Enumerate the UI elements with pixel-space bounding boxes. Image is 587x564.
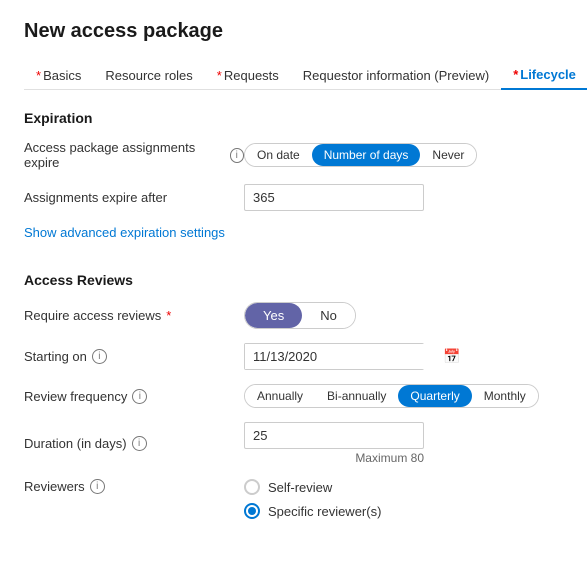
assignments-expire-info-icon[interactable]: i — [230, 148, 244, 163]
frequency-info-icon[interactable]: i — [132, 389, 147, 404]
duration-info-icon[interactable]: i — [132, 436, 147, 451]
freq-quarterly[interactable]: Quarterly — [398, 385, 471, 407]
freq-monthly[interactable]: Monthly — [472, 385, 538, 407]
expiration-toggle-group: On date Number of days Never — [244, 143, 477, 167]
expire-after-input[interactable] — [244, 184, 424, 211]
freq-annually[interactable]: Annually — [245, 385, 315, 407]
duration-label: Duration (in days) i — [24, 436, 244, 451]
toggle-on-date[interactable]: On date — [245, 144, 312, 166]
assignments-expire-label: Access package assignments expire i — [24, 140, 244, 170]
duration-max-note: Maximum 80 — [244, 451, 424, 465]
nav-tabs: *Basics Resource roles *Requests Request… — [24, 61, 563, 90]
access-reviews-title: Access Reviews — [24, 272, 563, 288]
review-frequency-row: Review frequency i Annually Bi-annually … — [24, 384, 563, 408]
require-reviews-label: Require access reviews * — [24, 308, 244, 323]
reviewers-info-icon[interactable]: i — [90, 479, 105, 494]
starting-on-input-area: 📅 — [244, 343, 563, 370]
self-review-label: Self-review — [268, 480, 332, 495]
tab-lifecycle[interactable]: *Lifecycle — [501, 61, 587, 90]
require-reviews-row: Require access reviews * Yes No — [24, 302, 563, 329]
expiration-section: Expiration Access package assignments ex… — [24, 110, 563, 258]
freq-bi-annually[interactable]: Bi-annually — [315, 385, 398, 407]
expire-after-label: Assignments expire after — [24, 190, 244, 205]
main-container: New access package *Basics Resource role… — [0, 0, 587, 553]
starting-on-info-icon[interactable]: i — [92, 349, 107, 364]
require-yes-btn[interactable]: Yes — [245, 303, 302, 328]
advanced-expiration-link[interactable]: Show advanced expiration settings — [24, 225, 225, 240]
reviewers-row: Reviewers i Self-review Specific reviewe… — [24, 479, 563, 519]
starting-on-label: Starting on i — [24, 349, 244, 364]
require-no-btn[interactable]: No — [302, 303, 355, 328]
specific-reviewer-radio[interactable] — [244, 503, 260, 519]
tab-basics[interactable]: *Basics — [24, 62, 93, 89]
starting-on-input[interactable] — [245, 344, 437, 369]
self-review-option[interactable]: Self-review — [244, 479, 563, 495]
reviewers-options-area: Self-review Specific reviewer(s) — [244, 479, 563, 519]
duration-input-area: Maximum 80 — [244, 422, 563, 465]
expire-after-row: Assignments expire after — [24, 184, 563, 211]
specific-reviewer-option[interactable]: Specific reviewer(s) — [244, 503, 563, 519]
yes-no-area: Yes No — [244, 302, 563, 329]
self-review-radio[interactable] — [244, 479, 260, 495]
specific-reviewer-label: Specific reviewer(s) — [268, 504, 381, 519]
radio-dot — [248, 507, 256, 515]
page-title: New access package — [24, 20, 563, 43]
review-frequency-label: Review frequency i — [24, 389, 244, 404]
toggle-never[interactable]: Never — [420, 144, 476, 166]
assignments-expire-row: Access package assignments expire i On d… — [24, 140, 563, 170]
expire-after-input-area — [244, 184, 563, 211]
frequency-toggle-area: Annually Bi-annually Quarterly Monthly — [244, 384, 563, 408]
reviewers-label: Reviewers i — [24, 479, 244, 494]
date-input-wrapper: 📅 — [244, 343, 424, 370]
tab-requestor-info[interactable]: Requestor information (Preview) — [291, 62, 501, 89]
tab-requests[interactable]: *Requests — [205, 62, 291, 89]
calendar-icon[interactable]: 📅 — [437, 344, 466, 369]
expiration-toggle-area: On date Number of days Never — [244, 143, 563, 167]
starting-on-row: Starting on i 📅 — [24, 343, 563, 370]
access-reviews-section: Access Reviews Require access reviews * … — [24, 272, 563, 519]
duration-input[interactable] — [244, 422, 424, 449]
tab-resource-roles[interactable]: Resource roles — [93, 62, 204, 89]
reviewers-radio-group: Self-review Specific reviewer(s) — [244, 479, 563, 519]
duration-row: Duration (in days) i Maximum 80 — [24, 422, 563, 465]
expiration-title: Expiration — [24, 110, 563, 126]
toggle-number-of-days[interactable]: Number of days — [312, 144, 421, 166]
frequency-toggle-group: Annually Bi-annually Quarterly Monthly — [244, 384, 539, 408]
require-reviews-toggle: Yes No — [244, 302, 356, 329]
